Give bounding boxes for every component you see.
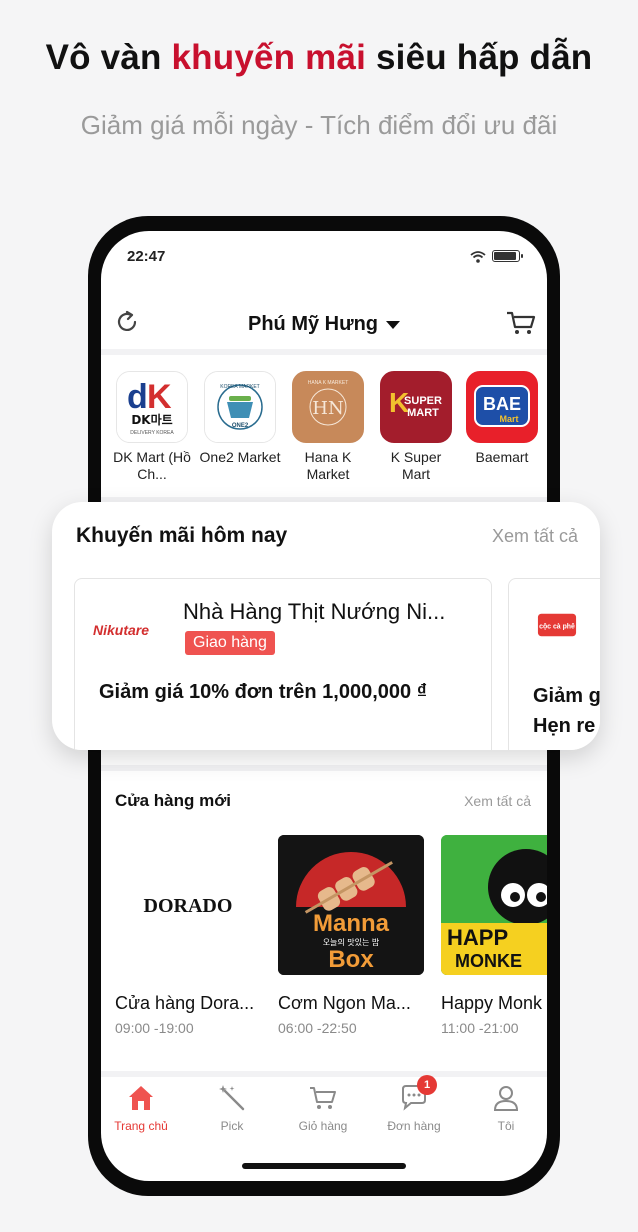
svg-text:d: d: [127, 378, 148, 416]
promotions-see-all[interactable]: Xem tất cả: [492, 526, 578, 547]
chevron-down-icon: [386, 320, 401, 329]
tab-pick[interactable]: Pick: [187, 1083, 277, 1133]
svg-text:SUPER: SUPER: [404, 395, 442, 407]
new-store-card[interactable]: Manna 오늘의 맛있는 밥 Box Cơm Ngon Ma... 06:00…: [278, 835, 424, 1036]
svg-text:DK마트: DK마트: [131, 412, 172, 427]
orders-badge: 1: [417, 1075, 437, 1095]
todays-promotions-card: Khuyến mãi hôm nay Xem tất cả Nikutare N…: [52, 502, 600, 750]
magic-wand-icon: [217, 1083, 247, 1113]
tab-profile[interactable]: Tôi: [461, 1083, 547, 1133]
tab-home[interactable]: Trang chủ: [101, 1083, 186, 1133]
divider: [101, 349, 547, 355]
tab-cart[interactable]: Giỏ hàng: [278, 1083, 368, 1133]
happy-monkey-thumb: HAPP MONKE: [441, 835, 547, 975]
bottom-tab-bar: Trang chủ Pick Giỏ hàng 1 Đơn hàng Tôi: [101, 1075, 547, 1143]
user-icon: [491, 1083, 521, 1113]
new-store-card[interactable]: HAPP MONKE Happy Monk 11:00 -21:00: [441, 835, 547, 1036]
svg-text:HAPP: HAPP: [447, 925, 508, 950]
new-store-card[interactable]: DORADO Cửa hàng Dora... 09:00 -19:00: [115, 835, 261, 1036]
store-item-k-super-mart[interactable]: K SUPER MART K Super Mart: [375, 371, 457, 483]
coc-ca-phe-logo: cộc cà phê: [537, 613, 577, 637]
location-selector[interactable]: Phú Mỹ Hưng: [101, 313, 547, 336]
svg-text:Nikutare: Nikutare: [93, 622, 149, 638]
divider: [101, 1071, 547, 1077]
headline-highlight: khuyến mãi: [171, 38, 367, 77]
svg-text:BAE: BAE: [483, 394, 521, 414]
store-name: K Super Mart: [390, 449, 442, 482]
promotion-description: Giảm giá 10% đơn trên 1,000,000 ₫: [99, 681, 427, 703]
tab-label: Tôi: [497, 1119, 515, 1133]
svg-text:HANA K MARKET: HANA K MARKET: [308, 380, 349, 386]
store-item-one2-market[interactable]: ONE2 KOREA MARKET One2 Market: [199, 371, 281, 466]
manna-box-thumb: Manna 오늘의 맛있는 밥 Box: [278, 835, 424, 975]
dorado-thumb: DORADO: [115, 835, 261, 975]
new-stores-title: Cửa hàng mới: [115, 791, 232, 810]
svg-text:MONKE: MONKE: [455, 951, 522, 971]
status-bar: 22:47: [101, 231, 547, 281]
store-name: Hana K Market: [304, 449, 352, 482]
wifi-icon: [470, 251, 486, 263]
promotion-description: Giảm g Hẹn re: [533, 685, 600, 737]
dk-mart-logo: d K DK마트 DELIVERY KOREA: [116, 371, 188, 443]
svg-text:Manna: Manna: [313, 910, 390, 937]
promotion-card[interactable]: Nikutare Nhà Hàng Thịt Nướng Ni... Giao …: [74, 578, 492, 750]
tab-label: Giỏ hàng: [298, 1119, 348, 1133]
app-bar: Phú Mỹ Hưng: [101, 291, 547, 355]
new-store-hours: 11:00 -21:00: [441, 1020, 519, 1036]
tab-label: Trang chủ: [114, 1119, 168, 1133]
svg-text:cộc cà phê: cộc cà phê: [539, 623, 575, 630]
promotions-title: Khuyến mãi hôm nay: [76, 524, 288, 547]
promotion-store-name: Nhà Hàng Thịt Nướng Ni...: [183, 599, 446, 624]
tab-label: Pick: [220, 1119, 244, 1133]
hana-k-market-logo: HN HANA K MARKET: [292, 371, 364, 443]
svg-text:ONE2: ONE2: [232, 423, 249, 429]
one2-market-logo: ONE2 KOREA MARKET: [204, 371, 276, 443]
new-stores-see-all[interactable]: Xem tất cả: [464, 793, 531, 809]
new-store-hours: 09:00 -19:00: [115, 1020, 194, 1036]
chat-icon: 1: [399, 1075, 437, 1113]
tab-label: Đơn hàng: [387, 1119, 441, 1133]
promo-subheadline: Giảm giá mỗi ngày - Tích điểm đổi ưu đãi: [80, 110, 558, 140]
new-store-name: Happy Monk: [441, 993, 543, 1013]
new-store-name: Cửa hàng Dora...: [115, 993, 255, 1013]
battery-icon: [492, 250, 523, 262]
svg-text:Box: Box: [328, 946, 374, 973]
store-name: DK Mart (Hồ Ch...: [113, 449, 191, 482]
svg-text:DORADO: DORADO: [144, 895, 233, 917]
home-icon: [126, 1083, 156, 1113]
k-super-mart-logo: K SUPER MART: [380, 371, 452, 443]
store-item-hana-k-market[interactable]: HN HANA K MARKET Hana K Market: [287, 371, 369, 483]
store-list: d K DK마트 DELIVERY KOREA DK Mart (Hồ Ch..…: [101, 371, 547, 501]
store-item-dk-mart[interactable]: d K DK마트 DELIVERY KOREA DK Mart (Hồ Ch..…: [111, 371, 193, 483]
new-store-name: Cơm Ngon Ma...: [278, 993, 411, 1013]
store-item-baemart[interactable]: BAE Mart Baemart: [461, 371, 543, 466]
cart-icon: [308, 1083, 338, 1113]
svg-text:MART: MART: [407, 407, 439, 419]
svg-text:DELIVERY KOREA: DELIVERY KOREA: [130, 430, 174, 436]
status-time: 22:47: [127, 248, 166, 265]
new-store-hours: 06:00 -22:50: [278, 1020, 357, 1036]
store-name: Baemart: [475, 449, 529, 465]
home-indicator: [242, 1163, 406, 1169]
promo-headline: Vô vàn khuyến mãi siêu hấp dẫn: [45, 38, 593, 77]
svg-text:HN: HN: [312, 398, 343, 419]
svg-text:Mart: Mart: [499, 414, 518, 424]
store-name: One2 Market: [199, 449, 281, 465]
cart-icon[interactable]: [505, 309, 537, 337]
svg-text:KOREA MARKET: KOREA MARKET: [220, 384, 259, 390]
tab-orders[interactable]: 1 Đơn hàng: [369, 1075, 459, 1133]
nikutare-logo: Nikutare: [93, 622, 149, 638]
baemart-logo: BAE Mart: [466, 371, 538, 443]
promotion-card[interactable]: cộc cà phê Giảm g Hẹn re: [508, 578, 600, 750]
delivery-tag: Giao hàng: [185, 631, 275, 655]
svg-text:K: K: [147, 378, 172, 416]
new-stores-section: Cửa hàng mới Xem tất cả DORADO Cửa hàng …: [101, 771, 547, 1071]
